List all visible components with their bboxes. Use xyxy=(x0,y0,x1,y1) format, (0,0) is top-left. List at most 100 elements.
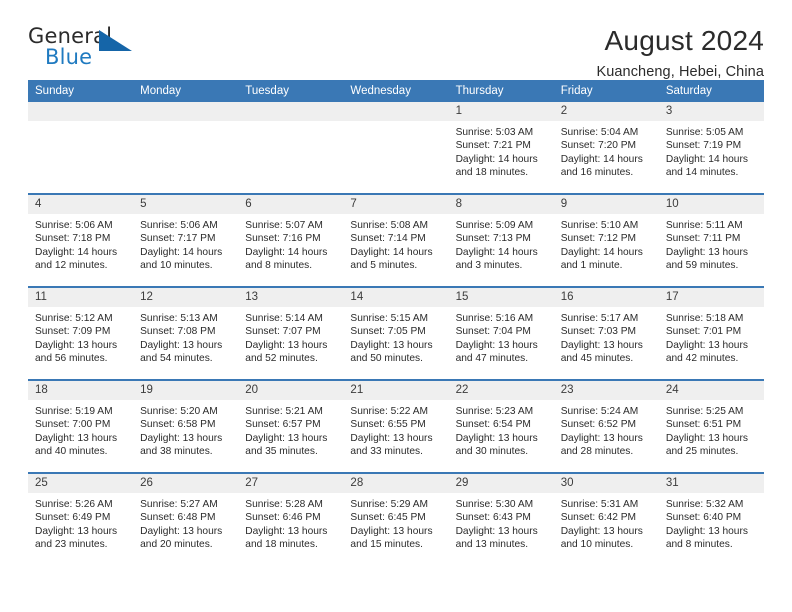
day-cell[interactable]: 8 Sunrise: 5:09 AM Sunset: 7:13 PM Dayli… xyxy=(448,193,554,287)
day-number: 24 xyxy=(658,381,764,400)
day-cell[interactable]: 28 Sunrise: 5:29 AM Sunset: 6:45 PM Dayl… xyxy=(343,472,449,565)
day-cell[interactable]: 30 Sunrise: 5:31 AM Sunset: 6:42 PM Dayl… xyxy=(553,472,659,565)
daylight-text: Daylight: 14 hours and 10 minutes. xyxy=(140,246,223,272)
day-info: Sunrise: 5:25 AM Sunset: 6:51 PM Dayligh… xyxy=(659,400,764,459)
day-cell[interactable]: 1 Sunrise: 5:03 AM Sunset: 7:21 PM Dayli… xyxy=(448,102,554,194)
column-header-saturday: Saturday xyxy=(658,80,764,102)
day-cell[interactable]: 18 Sunrise: 5:19 AM Sunset: 7:00 PM Dayl… xyxy=(28,379,134,473)
day-cell[interactable]: 17 Sunrise: 5:18 AM Sunset: 7:01 PM Dayl… xyxy=(658,286,764,380)
daylight-text: Daylight: 13 hours and 35 minutes. xyxy=(245,432,328,458)
day-info: Sunrise: 5:16 AM Sunset: 7:04 PM Dayligh… xyxy=(449,307,554,366)
day-number: 30 xyxy=(553,474,659,493)
day-cell[interactable]: 26 Sunrise: 5:27 AM Sunset: 6:48 PM Dayl… xyxy=(133,472,239,565)
sunset-text: Sunset: 6:55 PM xyxy=(350,419,426,431)
day-cell[interactable]: 29 Sunrise: 5:30 AM Sunset: 6:43 PM Dayl… xyxy=(448,472,554,565)
day-number xyxy=(343,102,449,121)
sunrise-text: Sunrise: 5:19 AM xyxy=(35,406,113,417)
daylight-text: Daylight: 13 hours and 13 minutes. xyxy=(455,525,538,551)
day-info: Sunrise: 5:10 AM Sunset: 7:12 PM Dayligh… xyxy=(554,214,659,273)
daylight-text: Daylight: 14 hours and 18 minutes. xyxy=(455,153,538,179)
sunrise-text: Sunrise: 5:24 AM xyxy=(560,406,639,417)
day-number: 4 xyxy=(28,195,134,214)
day-cell[interactable]: 24 Sunrise: 5:25 AM Sunset: 6:51 PM Dayl… xyxy=(658,379,764,473)
sunset-text: Sunset: 7:19 PM xyxy=(665,140,742,152)
sunset-text: Sunset: 6:57 PM xyxy=(245,419,321,431)
sunset-text: Sunset: 7:01 PM xyxy=(665,326,742,338)
daylight-text: Daylight: 14 hours and 1 minute. xyxy=(560,246,643,272)
day-number: 8 xyxy=(448,195,554,214)
sunset-text: Sunset: 6:58 PM xyxy=(140,419,216,431)
day-cell[interactable]: 4 Sunrise: 5:06 AM Sunset: 7:18 PM Dayli… xyxy=(28,193,134,287)
daylight-text: Daylight: 14 hours and 16 minutes. xyxy=(560,153,643,179)
day-cell[interactable]: 10 Sunrise: 5:11 AM Sunset: 7:11 PM Dayl… xyxy=(658,193,764,287)
day-cell[interactable]: 31 Sunrise: 5:32 AM Sunset: 6:40 PM Dayl… xyxy=(658,472,764,565)
day-number: 2 xyxy=(553,102,659,121)
day-cell[interactable]: 7 Sunrise: 5:08 AM Sunset: 7:14 PM Dayli… xyxy=(343,193,449,287)
sunset-text: Sunset: 7:00 PM xyxy=(35,419,111,431)
day-cell[interactable]: 23 Sunrise: 5:24 AM Sunset: 6:52 PM Dayl… xyxy=(553,379,659,473)
day-cell[interactable]: 9 Sunrise: 5:10 AM Sunset: 7:12 PM Dayli… xyxy=(553,193,659,287)
sunrise-text: Sunrise: 5:15 AM xyxy=(350,313,429,324)
sunrise-text: Sunrise: 5:06 AM xyxy=(35,220,113,231)
day-cell[interactable]: 22 Sunrise: 5:23 AM Sunset: 6:54 PM Dayl… xyxy=(448,379,554,473)
sunset-text: Sunset: 7:04 PM xyxy=(455,326,531,338)
day-number: 21 xyxy=(343,381,449,400)
daylight-text: Daylight: 13 hours and 47 minutes. xyxy=(455,339,538,365)
day-info: Sunrise: 5:11 AM Sunset: 7:11 PM Dayligh… xyxy=(659,214,764,273)
day-number: 10 xyxy=(658,195,764,214)
daylight-text: Daylight: 13 hours and 52 minutes. xyxy=(245,339,328,365)
day-cell-empty xyxy=(133,102,239,194)
day-cell[interactable]: 3 Sunrise: 5:05 AM Sunset: 7:19 PM Dayli… xyxy=(658,102,764,194)
day-cell[interactable]: 11 Sunrise: 5:12 AM Sunset: 7:09 PM Dayl… xyxy=(28,286,134,380)
day-info: Sunrise: 5:28 AM Sunset: 6:46 PM Dayligh… xyxy=(238,493,343,552)
page-subtitle: Kuancheng, Hebei, China xyxy=(596,63,764,80)
sunrise-text: Sunrise: 5:29 AM xyxy=(350,499,429,510)
day-cell[interactable]: 14 Sunrise: 5:15 AM Sunset: 7:05 PM Dayl… xyxy=(343,286,449,380)
day-number: 31 xyxy=(658,474,764,493)
daylight-text: Daylight: 13 hours and 45 minutes. xyxy=(560,339,643,365)
sunrise-text: Sunrise: 5:05 AM xyxy=(665,127,744,138)
day-number: 7 xyxy=(343,195,449,214)
day-cell[interactable]: 2 Sunrise: 5:04 AM Sunset: 7:20 PM Dayli… xyxy=(553,102,659,194)
daylight-text: Daylight: 14 hours and 14 minutes. xyxy=(665,153,748,179)
sunrise-text: Sunrise: 5:16 AM xyxy=(455,313,534,324)
daylight-text: Daylight: 13 hours and 28 minutes. xyxy=(560,432,643,458)
day-cell[interactable]: 27 Sunrise: 5:28 AM Sunset: 6:46 PM Dayl… xyxy=(238,472,344,565)
sunrise-text: Sunrise: 5:18 AM xyxy=(665,313,744,324)
general-blue-logo[interactable]: General Blue xyxy=(28,26,148,78)
day-cell[interactable]: 5 Sunrise: 5:06 AM Sunset: 7:17 PM Dayli… xyxy=(133,193,239,287)
daylight-text: Daylight: 13 hours and 30 minutes. xyxy=(455,432,538,458)
day-number: 28 xyxy=(343,474,449,493)
day-cell[interactable]: 16 Sunrise: 5:17 AM Sunset: 7:03 PM Dayl… xyxy=(553,286,659,380)
sunrise-text: Sunrise: 5:20 AM xyxy=(140,406,218,417)
column-header-wednesday: Wednesday xyxy=(343,80,449,102)
day-number: 11 xyxy=(28,288,134,307)
daylight-text: Daylight: 14 hours and 12 minutes. xyxy=(35,246,118,272)
day-cell[interactable]: 6 Sunrise: 5:07 AM Sunset: 7:16 PM Dayli… xyxy=(238,193,344,287)
day-cell[interactable]: 15 Sunrise: 5:16 AM Sunset: 7:04 PM Dayl… xyxy=(448,286,554,380)
day-cell[interactable]: 21 Sunrise: 5:22 AM Sunset: 6:55 PM Dayl… xyxy=(343,379,449,473)
day-number: 17 xyxy=(658,288,764,307)
day-cell[interactable]: 13 Sunrise: 5:14 AM Sunset: 7:07 PM Dayl… xyxy=(238,286,344,380)
day-number: 12 xyxy=(133,288,239,307)
sunset-text: Sunset: 7:14 PM xyxy=(350,233,426,245)
sunset-text: Sunset: 6:46 PM xyxy=(245,512,321,524)
day-info: Sunrise: 5:21 AM Sunset: 6:57 PM Dayligh… xyxy=(238,400,343,459)
day-number: 19 xyxy=(133,381,239,400)
day-number: 13 xyxy=(238,288,344,307)
column-header-tuesday: Tuesday xyxy=(238,80,344,102)
weekday-header-row: Sunday Monday Tuesday Wednesday Thursday… xyxy=(28,80,764,102)
day-cell[interactable]: 20 Sunrise: 5:21 AM Sunset: 6:57 PM Dayl… xyxy=(238,379,344,473)
day-number: 3 xyxy=(658,102,764,121)
sunrise-text: Sunrise: 5:17 AM xyxy=(560,313,639,324)
sunrise-text: Sunrise: 5:03 AM xyxy=(455,127,534,138)
day-info: Sunrise: 5:32 AM Sunset: 6:40 PM Dayligh… xyxy=(659,493,764,552)
sunset-text: Sunset: 7:03 PM xyxy=(560,326,637,338)
sunset-text: Sunset: 7:05 PM xyxy=(350,326,426,338)
day-number: 9 xyxy=(553,195,659,214)
day-cell[interactable]: 25 Sunrise: 5:26 AM Sunset: 6:49 PM Dayl… xyxy=(28,472,134,565)
day-cell[interactable]: 19 Sunrise: 5:20 AM Sunset: 6:58 PM Dayl… xyxy=(133,379,239,473)
daylight-text: Daylight: 13 hours and 10 minutes. xyxy=(560,525,643,551)
day-cell[interactable]: 12 Sunrise: 5:13 AM Sunset: 7:08 PM Dayl… xyxy=(133,286,239,380)
day-number: 29 xyxy=(448,474,554,493)
